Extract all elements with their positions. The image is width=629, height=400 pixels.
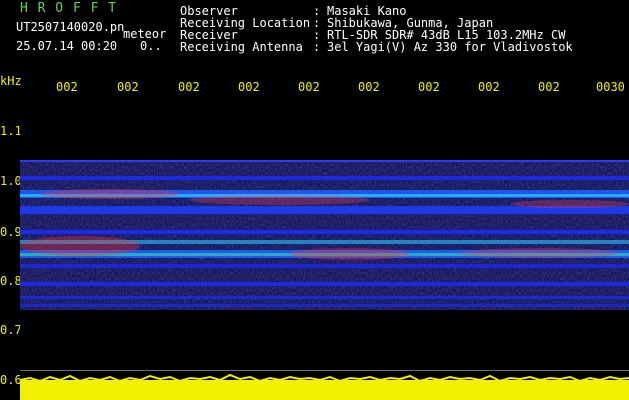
brand-title: H R O F F T xyxy=(20,1,118,16)
band-line xyxy=(20,282,629,286)
x-tick-label: 002 xyxy=(56,80,78,94)
spectrogram-plot xyxy=(20,98,629,400)
x-tick-label: 0030 xyxy=(596,80,625,94)
signal-hotspot xyxy=(190,195,370,205)
signal-hotspot xyxy=(20,236,140,256)
y-tick-label: 0.7 xyxy=(0,323,22,337)
y-tick-label: 0.8 xyxy=(0,274,22,288)
signal-band-region xyxy=(20,160,629,310)
x-tick-label: 002 xyxy=(117,80,139,94)
x-tick-label: 002 xyxy=(418,80,440,94)
y-tick-label: 0.9 xyxy=(0,225,22,239)
x-tick-label: 002 xyxy=(178,80,200,94)
band-top-edge xyxy=(20,160,629,162)
band-line xyxy=(20,304,629,307)
y-tick-label: 0.6 xyxy=(0,373,22,387)
frame-counter: 0.. xyxy=(140,39,162,53)
signal-hotspot xyxy=(290,248,410,260)
band-noise xyxy=(20,160,629,310)
y-tick-label: 1.0 xyxy=(0,174,22,188)
antenna-label: Receiving Antenna xyxy=(180,40,303,54)
band-line xyxy=(20,230,629,234)
x-tick-label: 002 xyxy=(358,80,380,94)
baseline-separator xyxy=(20,370,629,371)
antenna-sep: : xyxy=(313,40,321,54)
signal-hotspot xyxy=(460,248,620,258)
antenna-value: 3el Yagi(V) Az 330 for Vladivostok xyxy=(327,40,573,54)
band-line xyxy=(20,176,629,180)
y-unit-label: kHz xyxy=(0,74,22,88)
signal-hotspot xyxy=(510,200,629,208)
file-name: UT2507140020.pn xyxy=(16,20,125,34)
x-tick-label: 002 xyxy=(298,80,320,94)
y-tick-label: 1.1 xyxy=(0,124,22,138)
x-tick-label: 002 xyxy=(538,80,560,94)
spectrogram-window: H R O F F T UT2507140020.pn meteor 25.07… xyxy=(0,0,629,400)
x-tick-label: 002 xyxy=(238,80,260,94)
x-tick-label: 002 xyxy=(478,80,500,94)
signal-hotspot xyxy=(40,189,180,199)
level-fill xyxy=(20,380,629,400)
band-line xyxy=(20,296,629,299)
band-line xyxy=(20,264,629,268)
capture-datetime: 25.07.14 00:20 xyxy=(16,39,118,53)
